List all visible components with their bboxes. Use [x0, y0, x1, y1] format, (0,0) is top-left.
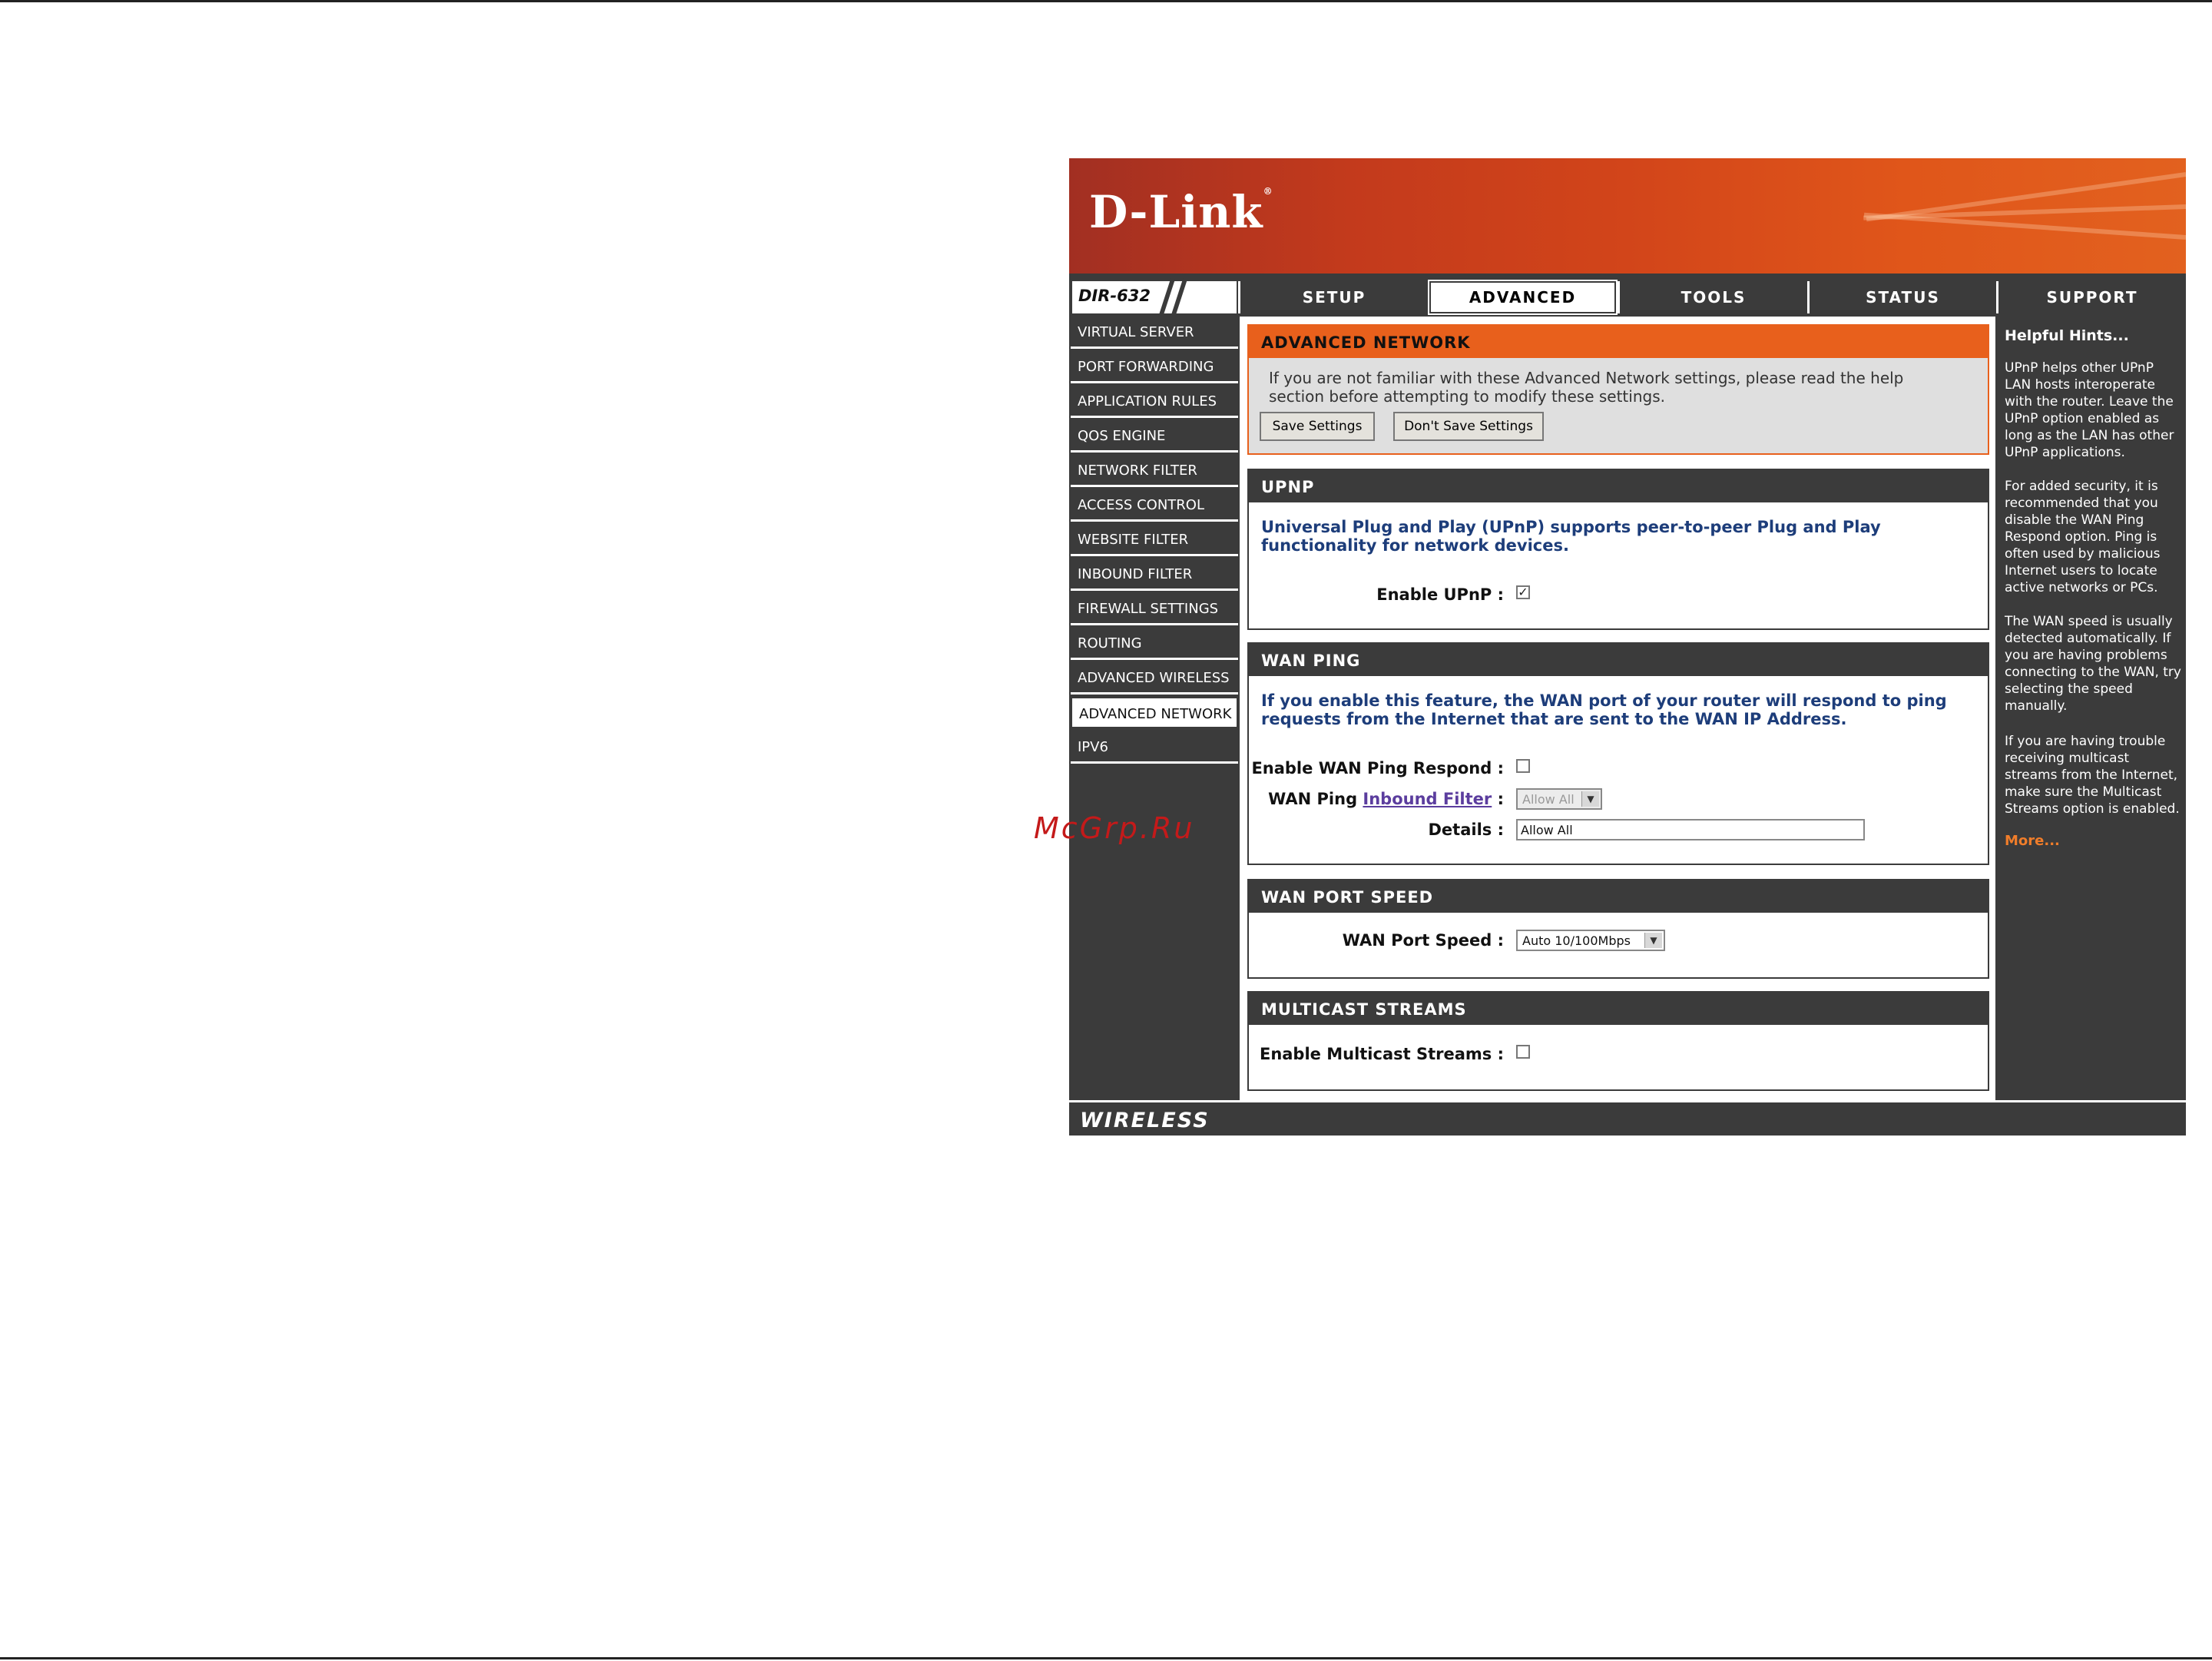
tab-advanced[interactable]: ADVANCED	[1428, 280, 1618, 315]
sidebar-item-firewall-settings[interactable]: FIREWALL SETTINGS	[1071, 593, 1238, 625]
sidebar-item-advanced-network[interactable]: ADVANCED NETWORK	[1071, 697, 1238, 729]
wan-port-speed-label: WAN Port Speed :	[1342, 931, 1504, 950]
wireless-footer-label: WIRELESS	[1080, 1109, 1210, 1132]
sidebar-item-ipv6[interactable]: IPV6	[1071, 731, 1238, 764]
wan-ping-filter-label: WAN Ping Inbound Filter :	[1268, 790, 1504, 808]
tab-tools[interactable]: TOOLS	[1618, 281, 1807, 313]
wan-ping-filter-select[interactable]: Allow All ▼	[1516, 788, 1602, 810]
wan-ping-filter-prefix: WAN Ping	[1268, 790, 1358, 808]
dlink-logo: D-Link®	[1089, 186, 1273, 238]
wan-ping-filter-value: Allow All	[1522, 792, 1575, 807]
sidebar: VIRTUAL SERVER PORT FORWARDING APPLICATI…	[1069, 317, 1238, 1100]
sidebar-item-network-filter[interactable]: NETWORK FILTER	[1071, 455, 1238, 487]
wan-ping-panel: WAN PING If you enable this feature, the…	[1247, 642, 1989, 865]
wan-port-speed-value: Auto 10/100Mbps	[1522, 933, 1631, 948]
sidebar-item-website-filter[interactable]: WEBSITE FILTER	[1071, 524, 1238, 556]
wan-ping-respond-label: Enable WAN Ping Respond :	[1251, 759, 1504, 777]
chevron-down-icon: ▼	[1644, 933, 1662, 948]
model-label: DIR-632	[1078, 287, 1151, 305]
panel-title-wan-ping: WAN PING	[1249, 644, 1988, 676]
hints-title: Helpful Hints...	[2005, 327, 2129, 344]
sidebar-item-port-forwarding[interactable]: PORT FORWARDING	[1071, 351, 1238, 383]
wan-ping-respond-checkbox[interactable]	[1516, 759, 1530, 773]
top-navigation: DIR-632 SETUP ADVANCED TOOLS STATUS SUPP…	[1069, 278, 2186, 318]
banner-stripe	[1863, 212, 2186, 240]
wan-port-speed-select[interactable]: Auto 10/100Mbps ▼	[1516, 930, 1665, 951]
dont-save-settings-button[interactable]: Don't Save Settings	[1393, 412, 1544, 441]
router-admin-screenshot: D-Link® DIR-632 SETUP ADVANCED TOOLS STA…	[1069, 158, 2186, 1136]
hint-multicast: If you are having trouble receiving mult…	[2005, 734, 2180, 817]
sidebar-item-inbound-filter[interactable]: INBOUND FILTER	[1071, 559, 1238, 591]
sidebar-item-qos-engine[interactable]: QOS ENGINE	[1071, 420, 1238, 453]
panel-title-advanced-network: ADVANCED NETWORK	[1249, 326, 1988, 358]
inbound-filter-link[interactable]: Inbound Filter	[1363, 790, 1492, 808]
sidebar-item-virtual-server[interactable]: VIRTUAL SERVER	[1071, 317, 1238, 349]
enable-upnp-label: Enable UPnP :	[1376, 585, 1504, 604]
tab-support[interactable]: SUPPORT	[1996, 281, 2186, 313]
sidebar-item-application-rules[interactable]: APPLICATION RULES	[1071, 386, 1238, 418]
tab-status[interactable]: STATUS	[1807, 281, 1996, 313]
helpful-hints: Helpful Hints... UPnP helps other UPnP L…	[1998, 317, 2186, 1100]
save-settings-button[interactable]: Save Settings	[1260, 412, 1375, 441]
enable-upnp-checkbox[interactable]: ✓	[1516, 585, 1530, 599]
footer-bar: WIRELESS	[1069, 1100, 2186, 1136]
panel-title-wan-port-speed: WAN PORT SPEED	[1249, 880, 1988, 913]
hint-wan-ping: For added security, it is recommended th…	[2005, 479, 2161, 595]
sidebar-item-access-control[interactable]: ACCESS CONTROL	[1071, 489, 1238, 522]
advanced-network-panel: ADVANCED NETWORK If you are not familiar…	[1247, 324, 1989, 455]
panel-title-multicast-streams: MULTICAST STREAMS	[1249, 993, 1988, 1025]
header-banner: D-Link®	[1069, 158, 2186, 274]
watermark-text: McGrp.Ru	[1034, 811, 1195, 845]
page-top-rule	[0, 0, 2212, 2]
model-badge: DIR-632	[1072, 278, 1237, 318]
sidebar-item-advanced-wireless[interactable]: ADVANCED WIRELESS	[1071, 662, 1238, 695]
details-label: Details :	[1428, 821, 1505, 839]
details-field[interactable]: Allow All	[1516, 819, 1865, 840]
hint-wan-speed: The WAN speed is usually detected automa…	[2005, 614, 2181, 714]
multicast-streams-panel: MULTICAST STREAMS Enable Multicast Strea…	[1247, 991, 1989, 1091]
enable-multicast-label: Enable Multicast Streams :	[1259, 1045, 1504, 1063]
wan-port-speed-panel: WAN PORT SPEED WAN Port Speed : Auto 10/…	[1247, 879, 1989, 979]
upnp-description: Universal Plug and Play (UPnP) supports …	[1261, 518, 1881, 555]
upnp-panel: UPNP Universal Plug and Play (UPnP) supp…	[1247, 469, 1989, 630]
main-content: ADVANCED NETWORK If you are not familiar…	[1240, 317, 1995, 1100]
advanced-intro-text: If you are not familiar with these Advan…	[1269, 369, 1904, 406]
enable-multicast-checkbox[interactable]	[1516, 1045, 1530, 1059]
logo-text: D-Link	[1089, 186, 1263, 238]
sidebar-item-routing[interactable]: ROUTING	[1071, 628, 1238, 660]
more-link[interactable]: More...	[2005, 833, 2060, 849]
wan-ping-description: If you enable this feature, the WAN port…	[1261, 691, 1947, 728]
tab-setup[interactable]: SETUP	[1238, 281, 1428, 313]
chevron-down-icon: ▼	[1581, 791, 1599, 807]
wan-ping-filter-colon: :	[1497, 790, 1504, 808]
hint-upnp: UPnP helps other UPnP LAN hosts interope…	[2005, 360, 2174, 460]
panel-title-upnp: UPNP	[1249, 470, 1988, 502]
page-bottom-rule	[0, 1657, 2212, 1659]
